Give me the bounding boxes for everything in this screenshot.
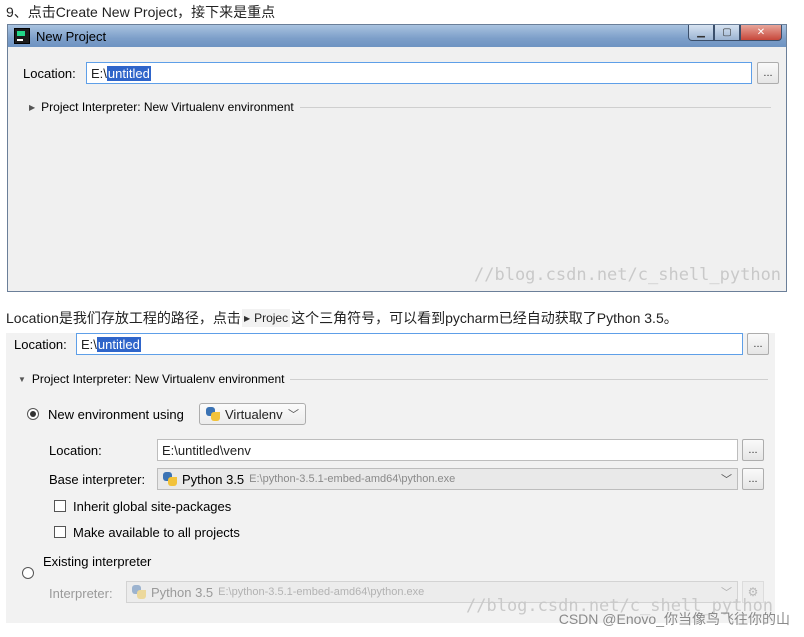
maximize-button[interactable]: ▢ <box>714 25 740 41</box>
location-selection: untitled <box>106 65 151 81</box>
section-divider <box>290 378 768 380</box>
title-bar[interactable]: New Project ▁ ▢ ✕ <box>8 25 786 47</box>
chevron-down-icon: ﹀ <box>721 474 732 486</box>
interpreter-section-toggle[interactable]: ▼ Project Interpreter: New Virtualenv en… <box>18 372 768 386</box>
base-interpreter-combo[interactable]: Python 3.5 E:\python-3.5.1-embed-amd64\p… <box>157 468 738 490</box>
base-interpreter-label: Base interpreter: <box>49 472 146 487</box>
venv-location-label: Location: <box>49 443 102 458</box>
step-heading: 9、点击Create New Project，接下来是重点 <box>6 4 276 20</box>
venv-location-browse-button[interactable]: ... <box>742 439 764 461</box>
location-browse-button[interactable]: ... <box>757 62 779 84</box>
expanded-settings-panel: Location: E:\ untitled ... ▼ Project Inte… <box>6 333 775 623</box>
new-project-window: New Project ▁ ▢ ✕ Location: E:\ untitled … <box>7 24 787 292</box>
explanation-caption: Location是我们存放工程的路径，点击 ▶ Projec 这个三角符号，可以看… <box>6 308 678 328</box>
minimize-icon: ▁ <box>697 27 705 38</box>
caption-text-before: Location是我们存放工程的路径，点击 <box>6 310 241 326</box>
interpreter-section-title: Project Interpreter: New Virtualenv envi… <box>41 100 294 114</box>
environment-tool-value: Virtualenv <box>225 406 283 422</box>
location-label: Location: <box>23 66 76 81</box>
pycharm-app-icon <box>14 28 30 44</box>
base-interpreter-browse-button[interactable]: ... <box>742 468 764 490</box>
interpreter-label: Interpreter: <box>49 586 113 601</box>
caption-text-after: 这个三角符号，可以看到pycharm已经自动获取了Python 3.5。 <box>291 310 678 326</box>
location-prefix: E:\ <box>81 336 97 352</box>
caption-snippet-text: Projec <box>254 311 289 325</box>
make-available-label: Make available to all projects <box>73 525 240 540</box>
new-environment-label: New environment using <box>48 407 184 422</box>
location-input[interactable]: E:\ untitled <box>76 333 743 355</box>
interpreter-section-toggle[interactable]: ▶ Project Interpreter: New Virtualenv en… <box>29 100 771 114</box>
virtualenv-icon <box>206 407 220 421</box>
existing-interpreter-radio[interactable] <box>22 567 34 579</box>
environment-tool-dropdown[interactable]: Virtualenv ﹀ <box>199 403 306 425</box>
interpreter-section-title: Project Interpreter: New Virtualenv envi… <box>31 372 285 386</box>
csdn-credit: CSDN @Enovo_你当像鸟飞往你的山 <box>558 611 790 627</box>
base-interpreter-name: Python 3.5 <box>182 471 245 487</box>
venv-location-value: E:\untitled\venv <box>162 442 251 458</box>
existing-interpreter-path: E:\python-3.5.1-embed-amd64\python.exe <box>218 586 425 598</box>
location-input[interactable]: E:\ untitled <box>86 62 752 84</box>
location-selection: untitled <box>96 336 141 352</box>
base-interpreter-path: E:\python-3.5.1-embed-amd64\python.exe <box>249 473 456 485</box>
collapse-triangle-icon: ▼ <box>18 374 26 384</box>
python-icon <box>132 585 146 599</box>
new-environment-radio[interactable] <box>27 408 39 420</box>
section-divider <box>299 106 771 108</box>
location-browse-button[interactable]: ... <box>747 333 769 355</box>
python-icon <box>163 472 177 486</box>
close-icon: ✕ <box>756 27 766 38</box>
chevron-down-icon: ﹀ <box>288 409 299 421</box>
maximize-icon: ▢ <box>722 27 732 38</box>
minimize-button[interactable]: ▁ <box>688 25 714 41</box>
venv-location-input[interactable]: E:\untitled\venv <box>157 439 738 461</box>
inherit-site-packages-checkbox[interactable] <box>54 500 66 512</box>
window-title: New Project <box>36 28 107 44</box>
location-prefix: E:\ <box>91 65 107 81</box>
triangle-icon: ▶ <box>243 313 251 323</box>
caption-inline-snippet: ▶ Projec <box>241 309 291 327</box>
close-button[interactable]: ✕ <box>740 25 782 41</box>
expand-triangle-icon: ▶ <box>29 102 36 112</box>
make-available-checkbox[interactable] <box>54 526 66 538</box>
inherit-site-packages-label: Inherit global site-packages <box>73 499 232 514</box>
watermark: //blog.csdn.net/c_shell_python <box>474 265 782 285</box>
existing-interpreter-name: Python 3.5 <box>151 584 214 600</box>
existing-interpreter-label: Existing interpreter <box>43 554 152 569</box>
location-label: Location: <box>14 337 67 352</box>
